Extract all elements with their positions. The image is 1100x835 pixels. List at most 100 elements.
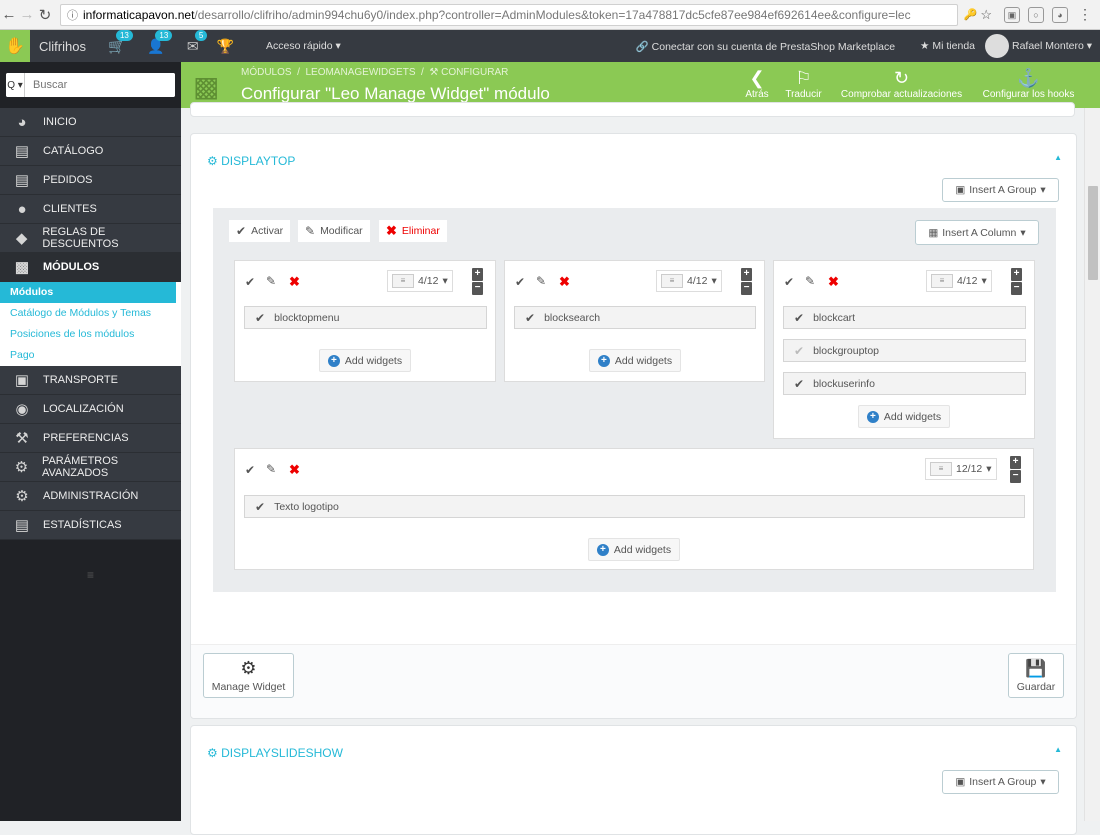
user-menu[interactable]: Rafael Montero ▾ (1012, 40, 1092, 52)
sidebar-item-parametros[interactable]: ⚙ PARÁMETROS AVANZADOS (0, 453, 181, 482)
minus-icon[interactable]: − (741, 282, 752, 295)
widget-item[interactable]: ✔ blockgrouptop (783, 339, 1026, 362)
back-button[interactable]: ❮ Atrás (742, 67, 772, 100)
extension-icon[interactable]: ◕ (1052, 6, 1068, 23)
sidebar-item-catalogo[interactable]: ▤ CATÁLOGO (0, 137, 181, 166)
marketplace-link[interactable]: 🔗 Conectar con su cuenta de PrestaShop M… (636, 40, 895, 53)
search-type-dropdown[interactable]: Q ▾ (6, 73, 25, 97)
widget-item[interactable]: ✔ blocksearch (514, 306, 756, 329)
minus-icon[interactable]: − (472, 282, 483, 295)
widget-item[interactable]: ✔ blocktopmenu (244, 306, 487, 329)
delete-button[interactable]: ✖ Eliminar (379, 220, 447, 242)
translate-button[interactable]: ⚐ Traducir (781, 67, 826, 100)
insert-group-button[interactable]: ▣ Insert A Group ▾ (942, 178, 1059, 202)
sidebar-item-localizacion[interactable]: ◉ LOCALIZACIÓN (0, 395, 181, 424)
menu-dots-icon[interactable]: ⋮ (1078, 6, 1092, 23)
extension-icon[interactable]: ▣ (1004, 6, 1020, 23)
activate-button[interactable]: ✔ Activar (229, 220, 291, 242)
subitem-posiciones[interactable]: Posiciones de los módulos (0, 324, 181, 345)
plus-icon[interactable]: + (1011, 268, 1022, 281)
pencil-icon[interactable]: ✎ (266, 274, 276, 288)
shop-name[interactable]: Clifrihos (39, 39, 86, 54)
size-stepper[interactable]: + − (741, 268, 752, 295)
times-icon[interactable]: ✖ (289, 274, 300, 290)
sidebar-item-reglas[interactable]: ◆ REGLAS DE DESCUENTOS (0, 224, 181, 253)
sidebar-item-transporte[interactable]: ▣ TRANSPORTE (0, 366, 181, 395)
check-icon[interactable]: ✔ (515, 275, 525, 289)
size-stepper[interactable]: + − (1011, 268, 1022, 295)
check-icon[interactable]: ✔ (245, 463, 255, 477)
times-icon[interactable]: ✖ (559, 274, 570, 290)
subitem-modulos[interactable]: Módulos (0, 282, 176, 303)
pencil-icon[interactable]: ✎ (536, 274, 546, 288)
subitem-catalogo-modulos[interactable]: Catálogo de Módulos y Temas (0, 303, 181, 324)
add-widgets-button[interactable]: + Add widgets (589, 349, 681, 372)
check-updates-button[interactable]: ↻ Comprobar actualizaciones (834, 67, 969, 100)
translate-label: Traducir (785, 89, 822, 100)
check-icon[interactable]: ✔ (784, 275, 794, 289)
sidebar-item-pedidos[interactable]: ▤ PEDIDOS (0, 166, 181, 195)
avatar[interactable] (985, 34, 1009, 58)
search-icon: Q (7, 79, 15, 91)
quick-access-dropdown[interactable]: Acceso rápido ▾ (266, 40, 341, 52)
plus-icon[interactable]: + (1010, 456, 1021, 469)
minus-icon[interactable]: − (1010, 470, 1021, 483)
my-shop-link[interactable]: ★ Mi tienda (920, 40, 975, 52)
widget-item[interactable]: ✔ blockcart (783, 306, 1026, 329)
back-arrow-icon[interactable]: ← (0, 6, 18, 23)
column-size-dropdown[interactable]: ≡ 4/12 ▾ (387, 270, 453, 292)
key-icon[interactable]: 🔑 (964, 8, 978, 21)
times-icon[interactable]: ✖ (828, 274, 839, 290)
pencil-icon[interactable]: ✎ (266, 462, 276, 476)
size-stepper[interactable]: + − (472, 268, 483, 295)
add-widgets-button[interactable]: + Add widgets (319, 349, 411, 372)
address-bar[interactable]: ⓘ informaticapavon.net /desarrollo/clifr… (60, 3, 958, 26)
sidebar-item-estadisticas[interactable]: ▤ ESTADÍSTICAS (0, 511, 181, 540)
trophy-icon[interactable]: 🏆 (217, 38, 234, 55)
column-size-dropdown[interactable]: ≡ 12/12 ▾ (925, 458, 997, 480)
pencil-icon[interactable]: ✎ (805, 274, 815, 288)
plus-icon[interactable]: + (741, 268, 752, 281)
sidebar-item-modulos[interactable]: ▩ MÓDULOS (0, 253, 181, 282)
prestashop-logo[interactable]: ✋ (0, 30, 30, 62)
collapse-caret-icon[interactable]: ▲ (1054, 745, 1062, 754)
cart-icon[interactable]: 🛒 13 (108, 29, 133, 55)
check-icon[interactable]: ✔ (245, 275, 255, 289)
insert-column-button[interactable]: ▦ Insert A Column ▾ (915, 220, 1039, 245)
plus-circle-icon: + (596, 543, 609, 556)
back-label: Atrás (745, 89, 769, 100)
reload-icon[interactable]: ↻ (36, 6, 54, 24)
minus-icon[interactable]: − (1011, 282, 1022, 295)
sidebar-item-administracion[interactable]: ⚙ ADMINISTRACIÓN (0, 482, 181, 511)
widget-item[interactable]: ✔ blockuserinfo (783, 372, 1026, 395)
breadcrumb-item[interactable]: LEOMANAGEWIDGETS (305, 67, 415, 78)
sidebar-item-inicio[interactable]: ◕ INICIO (0, 108, 181, 137)
page-scrollbar[interactable] (1084, 108, 1100, 821)
star-icon[interactable]: ☆ (980, 7, 992, 23)
configure-hooks-button[interactable]: ⚓ Configurar los hooks (977, 67, 1080, 100)
column-size-dropdown[interactable]: ≡ 4/12 ▾ (926, 270, 992, 292)
envelope-icon[interactable]: ✉ 5 (187, 29, 208, 55)
breadcrumb-item[interactable]: MÓDULOS (241, 67, 292, 78)
scrollbar-thumb[interactable] (1088, 186, 1098, 280)
search-input[interactable] (25, 73, 175, 97)
menu-collapse-icon[interactable]: ≡ (0, 568, 181, 582)
sidebar-item-clientes[interactable]: ● CLIENTES (0, 195, 181, 224)
extension-icon[interactable]: ○ (1028, 6, 1044, 23)
user-icon[interactable]: 👤 13 (147, 29, 173, 55)
save-button[interactable]: 💾 Guardar (1008, 653, 1064, 698)
sidebar-item-preferencias[interactable]: ⚒ PREFERENCIAS (0, 424, 181, 453)
subitem-pago[interactable]: Pago (0, 345, 181, 366)
forward-arrow-icon[interactable]: → (18, 6, 36, 23)
widget-item[interactable]: ✔ Texto logotipo (244, 495, 1025, 518)
plus-icon[interactable]: + (472, 268, 483, 281)
add-widgets-button[interactable]: + Add widgets (588, 538, 680, 561)
size-stepper[interactable]: + − (1010, 456, 1021, 483)
collapse-caret-icon[interactable]: ▲ (1054, 153, 1062, 162)
manage-widget-button[interactable]: ⚙ Manage Widget (203, 653, 294, 698)
modify-button[interactable]: ✎ Modificar (298, 220, 370, 242)
add-widgets-button[interactable]: + Add widgets (858, 405, 950, 428)
column-size-dropdown[interactable]: ≡ 4/12 ▾ (656, 270, 722, 292)
insert-group-button[interactable]: ▣ Insert A Group ▾ (942, 770, 1059, 794)
times-icon[interactable]: ✖ (289, 462, 300, 478)
